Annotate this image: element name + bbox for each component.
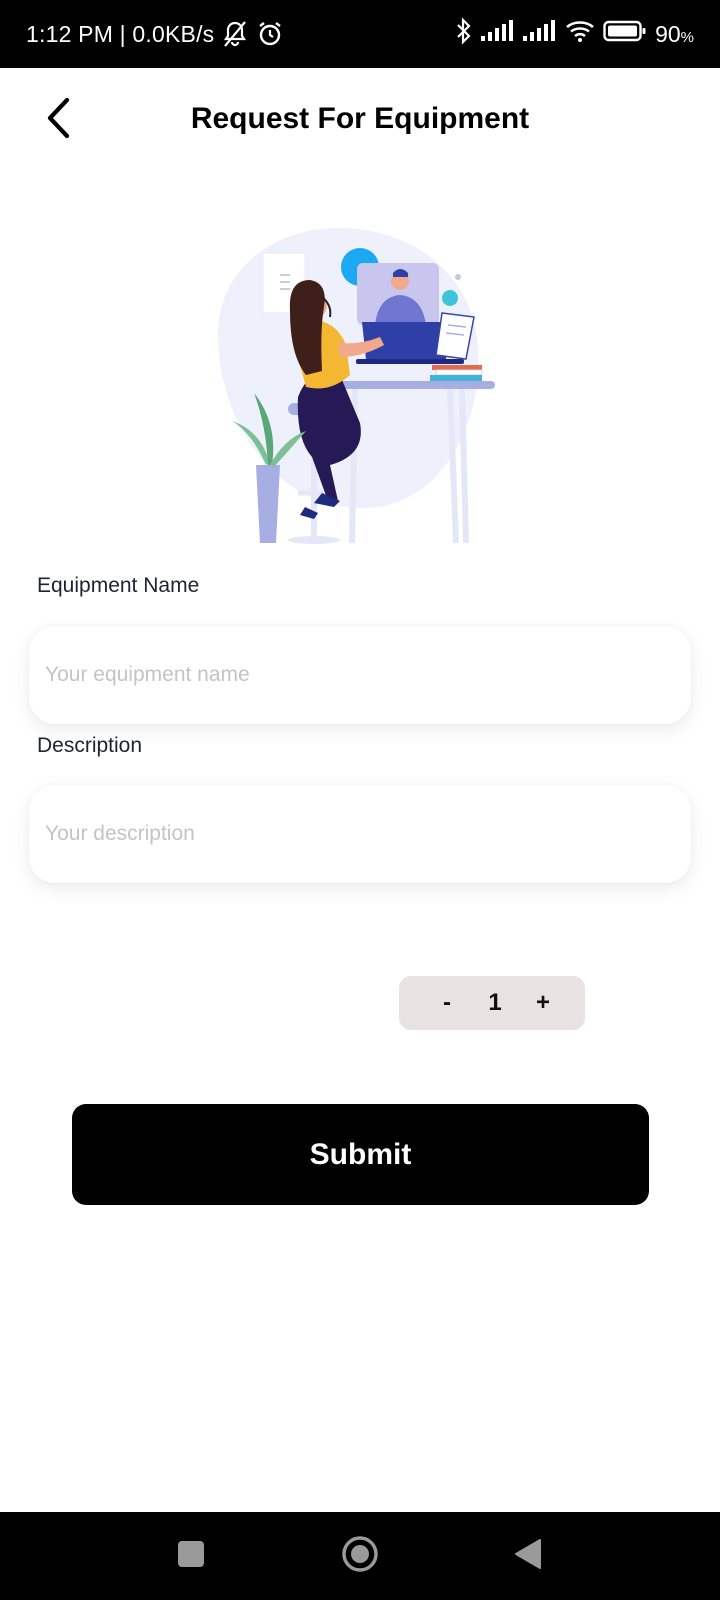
status-time-speed: 1:12 PM | 0.0KB/s: [26, 20, 215, 47]
bluetooth-icon: [455, 17, 473, 51]
signal-icon: [481, 19, 515, 49]
equipment-name-label: Equipment Name: [37, 574, 200, 597]
status-bar: 1:12 PM | 0.0KB/s 90%: [0, 0, 720, 68]
quantity-stepper: - 1 +: [399, 976, 585, 1030]
page-title: Request For Equipment: [190, 102, 530, 135]
alarm-icon: [256, 20, 284, 48]
battery-unit: %: [680, 28, 694, 46]
remote-work-illustration: [210, 225, 510, 555]
battery-icon: [603, 19, 647, 49]
home-circle-icon: [341, 1535, 379, 1578]
equipment-name-input[interactable]: [29, 626, 691, 724]
submit-button[interactable]: Submit: [72, 1104, 649, 1205]
description-label: Description: [37, 734, 143, 757]
recents-square-icon: [177, 1540, 205, 1573]
home-button[interactable]: [320, 1512, 400, 1600]
back-nav-button[interactable]: [488, 1512, 568, 1600]
status-left: 1:12 PM | 0.0KB/s: [26, 0, 284, 68]
status-right: 90%: [455, 0, 694, 68]
battery-percent: 90%: [655, 21, 694, 48]
header: Request For Equipment: [0, 68, 720, 172]
back-triangle-icon: [514, 1538, 542, 1575]
quantity-value: 1: [488, 989, 502, 1016]
description-field-container: [29, 785, 691, 883]
wifi-icon: [565, 19, 595, 49]
equipment-name-field-container: [29, 626, 691, 724]
recents-button[interactable]: [151, 1512, 231, 1600]
battery-value: 90: [655, 20, 681, 47]
signal-icon: [523, 19, 557, 49]
system-nav-bar: [0, 1512, 720, 1600]
bell-off-icon: [222, 20, 248, 48]
increment-button[interactable]: +: [531, 989, 555, 1017]
decrement-button[interactable]: -: [435, 989, 459, 1017]
description-input[interactable]: [29, 785, 691, 883]
